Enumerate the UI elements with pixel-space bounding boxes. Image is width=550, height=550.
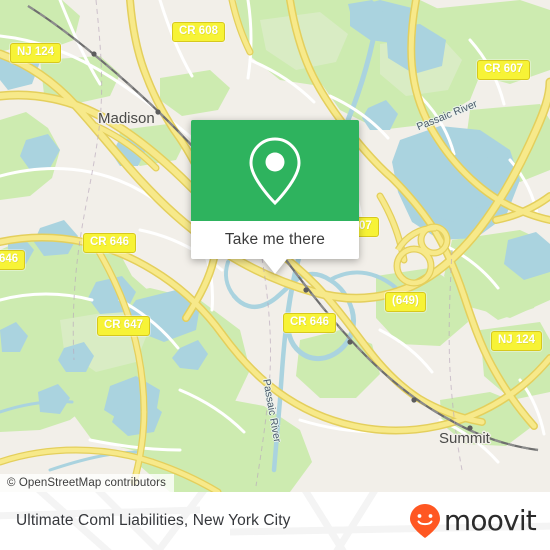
map-pin-icon [249, 136, 301, 205]
route-shield-nj-124-southeast[interactable]: NJ 124 [491, 331, 543, 351]
moovit-brand[interactable]: moovit [408, 503, 537, 539]
moovit-pin-smiley-icon [409, 504, 440, 538]
route-shield-649[interactable]: (649) [385, 292, 426, 312]
route-shield-cr-607[interactable]: CR 607 [477, 60, 530, 80]
footer-bar: Ultimate Coml Liabilities, New York City… [0, 492, 550, 550]
route-shield-cr-647[interactable]: CR 647 [97, 316, 150, 336]
route-shield-cr-646-center[interactable]: CR 646 [283, 313, 336, 333]
route-shield-cr-608[interactable]: CR 608 [172, 22, 225, 42]
location-title: Ultimate Coml Liabilities, New York City [16, 512, 291, 529]
route-shield-cr-646-west[interactable]: CR 646 [83, 233, 136, 253]
moovit-map-screenshot: Madison Summit Passaic River Passaic Riv… [0, 0, 550, 550]
moovit-wordmark: moovit [443, 504, 537, 537]
take-me-there-callout[interactable]: Take me there [191, 120, 359, 274]
map-attribution[interactable]: © OpenStreetMap contributors [0, 474, 174, 492]
callout-label: Take me there [224, 231, 326, 248]
route-shield-cr-646-edge[interactable]: 646 [0, 250, 26, 270]
route-shield-nj-124-northwest[interactable]: NJ 124 [10, 43, 62, 63]
callout-tail [263, 259, 287, 274]
callout-action-panel[interactable]: Take me there [191, 221, 359, 259]
callout-icon-panel [191, 120, 359, 221]
